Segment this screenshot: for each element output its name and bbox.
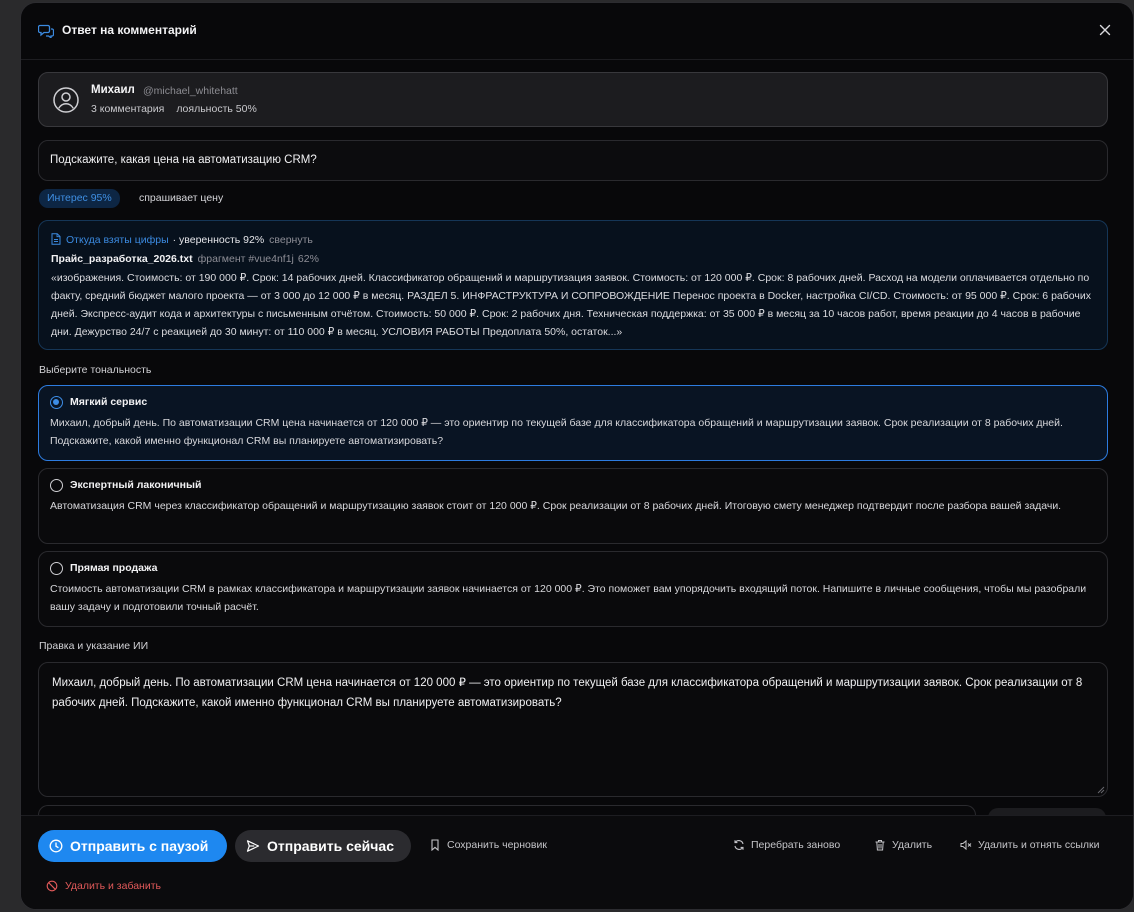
source-file: Прайс_разработка_2026.txt фрагмент #vue4n… [51, 253, 319, 265]
fragment-score: 62% [297, 253, 319, 265]
comments-icon [38, 24, 54, 38]
send-with-pause-button[interactable]: Отправить с паузой [38, 830, 227, 862]
regenerate-button[interactable]: Перебрать заново [733, 839, 840, 851]
tone-text: Стоимость автоматизации CRM в рамках кла… [50, 583, 1087, 613]
send-icon [246, 840, 260, 852]
interest-badge: Интерес 95% [39, 189, 120, 208]
intent-label: спрашивает цену [139, 192, 224, 204]
source-header: Откуда взяты цифры · уверенность 92% сверн… [51, 233, 313, 246]
radio-button[interactable] [50, 562, 63, 575]
fragment-id: фрагмент #vue4nf1j [197, 253, 294, 265]
tone-text: Михаил, добрый день. По автоматизации CR… [50, 417, 1063, 447]
source-link[interactable]: Откуда взяты цифры [66, 234, 169, 246]
comment-question: Подскажите, какая цена на автоматизацию … [38, 140, 1108, 181]
tone-text: Автоматизация CRM через классификатор об… [50, 500, 1062, 512]
clock-icon [49, 839, 63, 853]
action-footer: Отправить с паузой Отправить сейчас Сохр… [21, 815, 1133, 909]
comments-count: 3 комментария [91, 103, 165, 115]
close-icon[interactable] [1097, 22, 1113, 38]
loyalty-score: лояльность 50% [176, 103, 257, 115]
tone-title: Экспертный лаконичный [70, 479, 202, 491]
radio-button[interactable] [50, 396, 63, 409]
delete-and-ban-button[interactable]: Удалить и забанить [46, 880, 161, 892]
editor-section-label: Правка и указание ИИ [39, 640, 149, 652]
reply-dialog: Ответ на комментарий Михаил @michael_whi… [20, 2, 1134, 910]
tone-option-soft[interactable]: Мягкий сервис Михаил, добрый день. По ав… [38, 385, 1108, 461]
source-quote: «изображения. Стоимость: от 190 000 ₽. С… [51, 272, 1091, 338]
tone-section-label: Выберите тональность [39, 364, 152, 376]
user-handle[interactable]: @michael_whitehatt [143, 85, 238, 97]
tone-option-expert[interactable]: Экспертный лаконичный Автоматизация CRM … [38, 468, 1108, 544]
question-text: Подскажите, какая цена на автоматизацию … [50, 154, 317, 166]
delete-button[interactable]: Удалить [874, 839, 932, 851]
delete-remove-links-button[interactable]: Удалить и отнять ссылки [960, 839, 1100, 851]
delete-remove-links-label: Удалить и отнять ссылки [978, 839, 1100, 851]
trash-icon [875, 840, 885, 851]
tone-title: Мягкий сервис [70, 396, 148, 408]
source-panel: Откуда взяты цифры · уверенность 92% сверн… [38, 220, 1108, 350]
tone-title: Прямая продажа [70, 562, 158, 574]
user-stats: 3 комментария лояльность 50% [91, 103, 257, 115]
radio-button[interactable] [50, 479, 63, 492]
source-confidence: · уверенность 92% [172, 234, 265, 246]
dialog-title: Ответ на комментарий [62, 23, 197, 37]
regenerate-label: Перебрать заново [751, 839, 841, 851]
save-draft-label: Сохранить черновик [447, 839, 547, 851]
delete-and-ban-label: Удалить и забанить [65, 880, 161, 892]
reply-editor[interactable] [38, 662, 1108, 797]
tone-option-direct-sale[interactable]: Прямая продажа Стоимость автоматизации C… [38, 551, 1108, 627]
delete-label: Удалить [892, 839, 933, 851]
refresh-icon [734, 840, 744, 850]
user-name: Михаил [91, 84, 135, 96]
resize-handle-icon[interactable] [1097, 786, 1105, 794]
avatar-icon [53, 87, 79, 113]
user-card: Михаил @michael_whitehatt 3 комментария л… [38, 72, 1108, 127]
send-with-pause-label: Отправить с паузой [70, 838, 209, 854]
mute-icon [960, 839, 972, 851]
file-name: Прайс_разработка_2026.txt [51, 253, 193, 265]
dialog-header: Ответ на комментарий [21, 3, 1133, 60]
save-draft-button[interactable]: Сохранить черновик [429, 839, 547, 851]
ban-icon [46, 880, 58, 892]
bookmark-icon [431, 839, 439, 851]
send-now-label: Отправить сейчас [267, 838, 394, 854]
document-icon [51, 233, 61, 245]
collapse-button[interactable]: свернуть [269, 234, 313, 246]
send-now-button[interactable]: Отправить сейчас [235, 830, 411, 862]
